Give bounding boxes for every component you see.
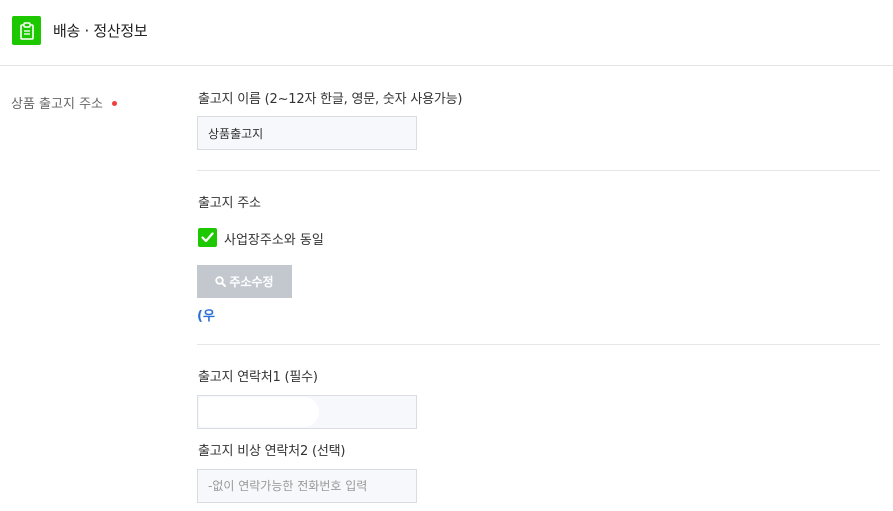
same-as-business-checkbox[interactable] — [198, 228, 217, 247]
row-label-text: 상품 출고지 주소 — [11, 97, 103, 112]
required-indicator — [112, 101, 117, 106]
section-title: 배송 · 정산정보 — [53, 22, 148, 40]
row-label: 상품 출고지 주소 — [11, 93, 117, 112]
warehouse-name-input[interactable] — [197, 116, 417, 150]
warehouse-address-label: 출고지 주소 — [198, 196, 261, 211]
redacted-value — [199, 397, 319, 427]
edit-address-button-label: 주소수정 — [229, 275, 274, 289]
divider — [197, 344, 880, 345]
same-as-business-label[interactable]: 사업장주소와 동일 — [224, 229, 324, 248]
warehouse-name-label: 출고지 이름 (2~12자 한글, 영문, 숫자 사용가능) — [198, 92, 463, 107]
edit-address-button[interactable]: 주소수정 — [197, 265, 292, 298]
contact1-label: 출고지 연락처1 (필수) — [198, 370, 318, 385]
postcode-text: (우 — [197, 309, 215, 324]
divider — [197, 170, 880, 171]
clipboard-icon — [12, 16, 41, 45]
section-header: 배송 · 정산정보 — [0, 0, 893, 66]
search-icon — [215, 276, 227, 287]
contact2-label: 출고지 비상 연락처2 (선택) — [198, 444, 346, 459]
checkmark-icon — [201, 232, 214, 243]
contact2-input[interactable] — [197, 469, 417, 503]
